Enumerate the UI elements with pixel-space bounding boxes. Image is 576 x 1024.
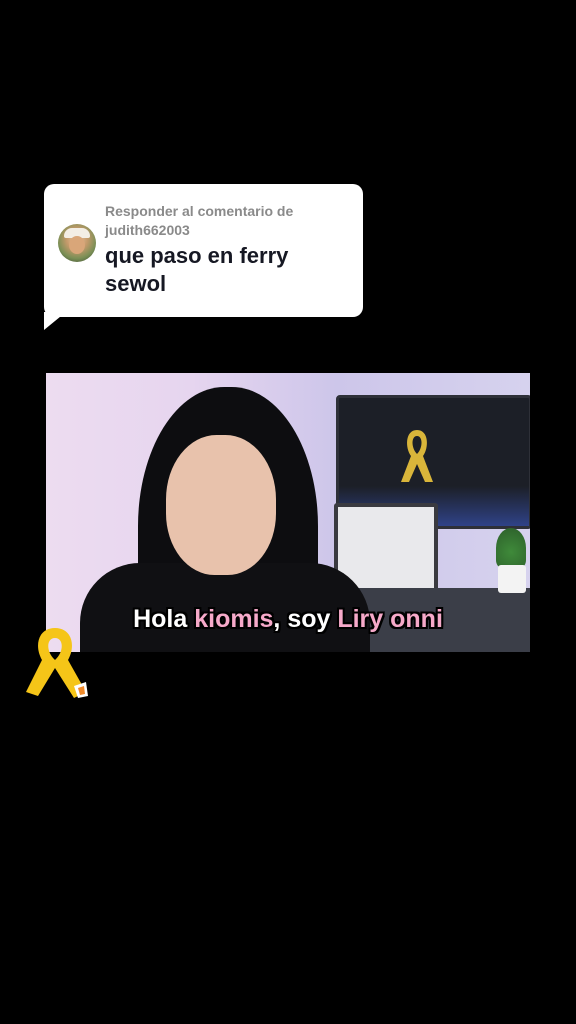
reply-meta: Responder al comentario de judith662003	[105, 202, 345, 240]
subtitle-part-3: , soy	[273, 605, 338, 633]
plant-pot	[498, 565, 526, 593]
reply-username[interactable]: judith662003	[105, 221, 345, 240]
comment-line-2: sewol	[105, 271, 167, 296]
subtitle-part-4: Liry onni	[337, 605, 443, 633]
person-face	[166, 435, 276, 575]
reply-bubble-tail	[44, 312, 66, 330]
reply-label: Responder al comentario de	[105, 203, 294, 219]
comment-line-1: que paso en ferry	[105, 243, 289, 268]
monitor-ribbon-icon	[401, 430, 433, 482]
plant	[496, 528, 526, 568]
video-frame[interactable]: Hola kiomis, soy Liry onni	[46, 373, 530, 652]
avatar-face	[69, 236, 85, 254]
subtitle-part-2: kiomis	[194, 605, 274, 633]
commenter-avatar[interactable]	[58, 224, 96, 262]
subtitle-part-1: Hola	[133, 605, 195, 633]
yellow-ribbon-icon	[26, 628, 88, 698]
video-subtitle: Hola kiomis, soy Liry onni	[46, 605, 530, 634]
reply-comment-card[interactable]: Responder al comentario de judith662003 …	[44, 184, 363, 317]
reply-comment-text: que paso en ferry sewol	[105, 242, 345, 298]
